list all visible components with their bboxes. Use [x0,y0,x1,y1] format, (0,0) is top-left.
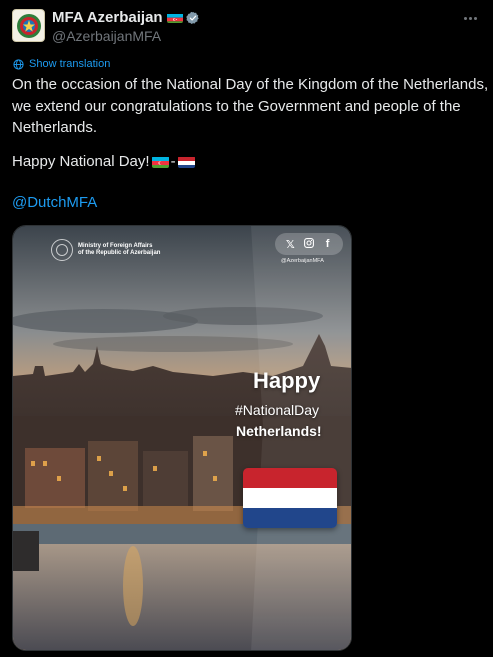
ministry-logo: Ministry of Foreign Affairs of the Repub… [51,239,160,261]
show-translation-link[interactable]: Show translation [13,58,110,70]
ministry-line-2: of the Republic of Azerbaijan [78,250,161,256]
more-dot [463,16,467,20]
image-happy-text: Happy [253,368,321,393]
post-text-line: Netherlands. [12,119,98,136]
ministry-line-1: Ministry of Foreign Affairs [78,243,153,249]
netherlands-flag-graphic [243,468,337,528]
ministry-name: Ministry of Foreign Affairs of the Repub… [78,243,160,257]
image-country-text: Netherlands! [236,423,322,439]
social-icons-box: 𝕏 f [275,233,343,255]
globe-icon [13,58,24,70]
more-dot [473,16,477,20]
netherlands-flag-emoji-icon [177,156,195,168]
post-image[interactable]: Ministry of Foreign Affairs of the Repub… [12,225,352,651]
avatar[interactable] [12,9,45,42]
x-logo-icon: 𝕏 [285,238,295,251]
image-social-handle: @AzerbaijanMFA [281,258,324,264]
greeting-line: Happy National Day! - [12,153,195,170]
post-text: On the occasion of the National Day of t… [12,74,489,139]
author-name-row: MFA Azerbaijan [52,9,200,26]
flag-stripe-blue [243,508,337,528]
author-display-name[interactable]: MFA Azerbaijan [52,9,163,26]
show-translation-label: Show translation [29,58,111,70]
facebook-icon: f [325,238,330,250]
mention-link[interactable]: @DutchMFA [12,194,97,211]
verified-badge-icon[interactable] [185,11,200,25]
more-dot [468,16,472,20]
azerbaijan-flag-emoji-icon [151,156,169,168]
instagram-icon [302,237,316,251]
tweet-post: MFA Azerbaijan @AzerbaijanMFA Show trans… [0,0,493,657]
post-text-line: we extend our congratulations to the Gov… [12,97,461,115]
more-options-icon[interactable] [461,11,479,25]
flag-stripe-white [243,488,337,508]
greeting-separator: - [170,153,176,170]
azerbaijan-flag-icon [166,12,183,23]
ministry-emblem-icon [51,239,73,261]
flag-stripe-red [243,468,337,488]
greeting-text: Happy National Day! [12,153,150,170]
post-text-line: On the occasion of the National Day of t… [12,76,489,93]
azerbaijan-emblem-icon [16,13,41,38]
author-handle[interactable]: @AzerbaijanMFA [52,28,161,44]
image-hashtag-text: #NationalDay [235,402,320,418]
